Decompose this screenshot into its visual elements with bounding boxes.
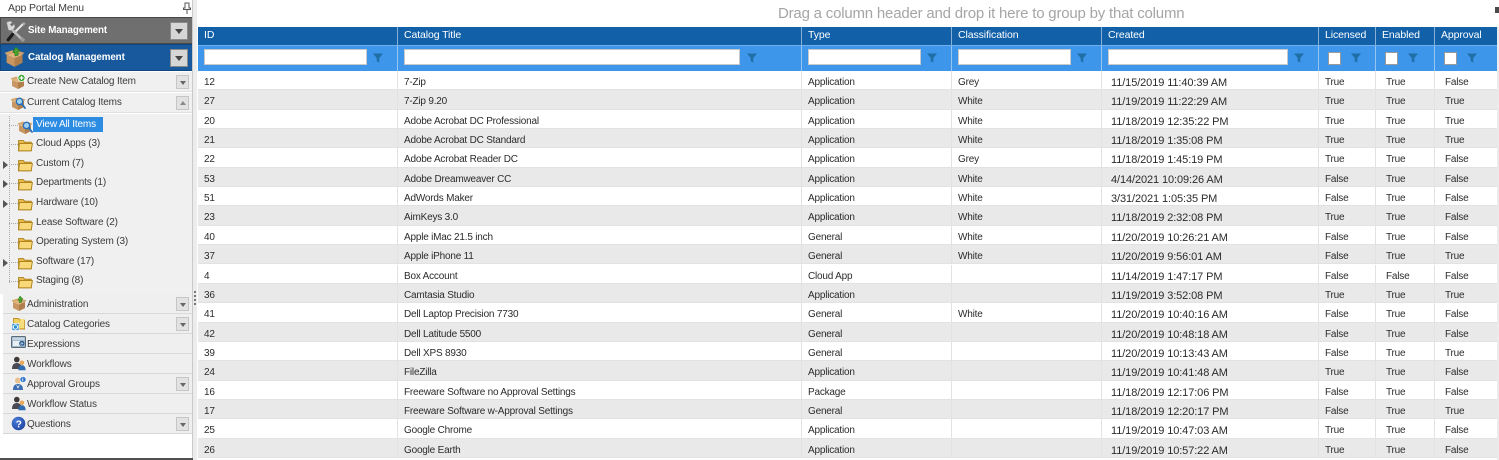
svg-text:?: ? (16, 419, 22, 430)
svg-text:e: e (20, 342, 23, 348)
